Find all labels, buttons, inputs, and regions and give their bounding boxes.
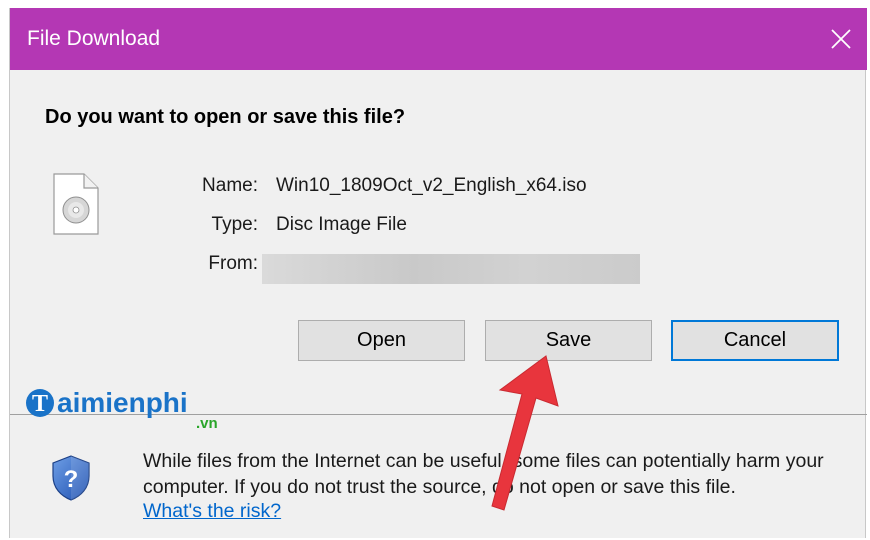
dialog-title: File Download	[27, 27, 161, 50]
security-shield-icon: ?	[52, 455, 90, 501]
file-type-value: Disc Image File	[276, 214, 407, 235]
close-icon	[831, 29, 851, 49]
svg-text:?: ?	[64, 466, 79, 493]
type-label: Type:	[211, 214, 258, 235]
whats-the-risk-link[interactable]: What's the risk?	[143, 500, 281, 523]
red-arrow-icon	[491, 355, 559, 511]
file-download-dialog: File Download Do you want to open or sav…	[9, 8, 867, 538]
open-button[interactable]: Open	[298, 320, 465, 361]
dialog-question: Do you want to open or save this file?	[45, 106, 406, 128]
name-label: Name:	[202, 175, 258, 196]
file-name-value: Win10_1809Oct_v2_English_x64.iso	[276, 175, 587, 196]
watermark-suffix: .vn	[196, 415, 218, 432]
svg-text:T: T	[32, 391, 48, 417]
from-value-redacted	[262, 254, 640, 284]
cancel-button[interactable]: Cancel	[671, 320, 839, 361]
close-button[interactable]	[815, 8, 867, 70]
from-label: From:	[208, 253, 258, 274]
watermark-logo: T aimienphi .vn	[26, 387, 218, 432]
title-bar[interactable]: File Download	[10, 8, 867, 70]
watermark-brand: aimienphi	[57, 387, 188, 418]
